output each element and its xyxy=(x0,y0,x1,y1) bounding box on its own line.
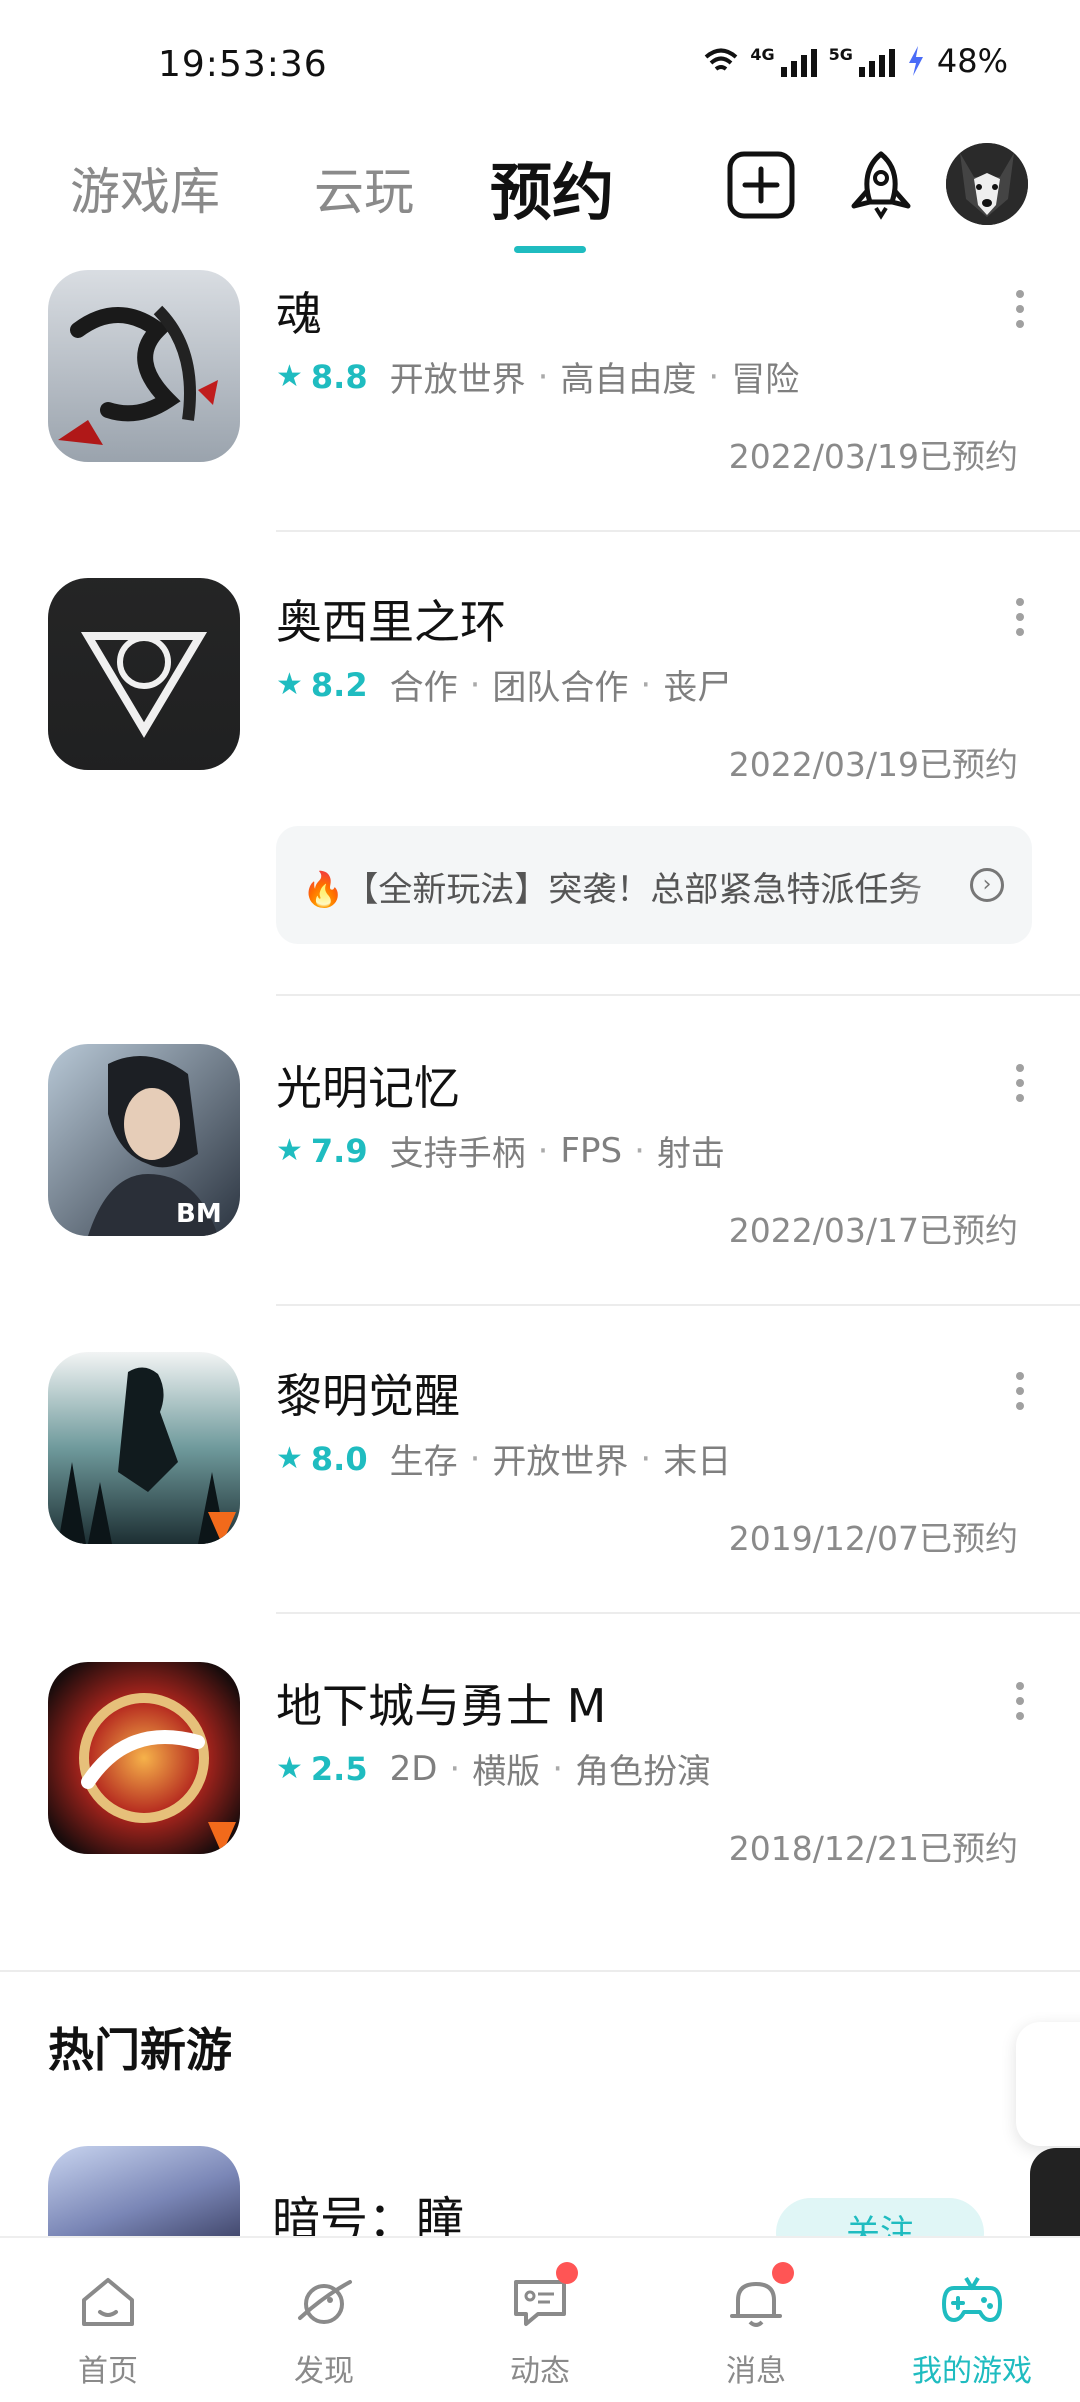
game-tag: 丧尸 xyxy=(663,668,732,708)
list-item[interactable]: 黎明觉醒 ★ 8.0 生存 · 开放世界 · 末日 2019/12/07已预约 xyxy=(0,1352,1080,1652)
top-tabs: 游戏库 云玩 预约 xyxy=(0,130,1080,260)
notification-dot xyxy=(772,2262,794,2284)
signal-5g-icon: 5G xyxy=(829,45,895,77)
game-tag: FPS xyxy=(560,1130,623,1171)
game-icon-bright-memory[interactable]: BM xyxy=(48,1044,240,1236)
planet-icon xyxy=(298,2280,352,2324)
add-icon[interactable] xyxy=(726,150,796,220)
game-tag: 射击 xyxy=(656,1134,725,1174)
divider xyxy=(276,530,1080,532)
user-avatar[interactable] xyxy=(946,143,1028,225)
game-meta: ★ 7.9 支持手柄 · FPS · 射击 xyxy=(276,1126,725,1175)
reservation-date: 2022/03/17已预约 xyxy=(728,1211,1018,1250)
game-rating: 2.5 xyxy=(310,1749,368,1788)
game-tag: 团队合作 xyxy=(492,668,629,708)
game-tag: 合作 xyxy=(389,668,458,708)
battery-level: 48% xyxy=(936,42,1008,80)
more-options-icon[interactable] xyxy=(1016,1682,1026,1720)
game-name[interactable]: 光明记忆 xyxy=(276,1052,460,1118)
game-tag: 冒险 xyxy=(731,360,800,400)
clock: 19:53:36 xyxy=(158,44,328,85)
reservation-date: 2022/03/19已预约 xyxy=(728,745,1018,784)
game-icon-dawn-awakening[interactable] xyxy=(48,1352,240,1544)
nav-my-games[interactable]: 我的游戏 xyxy=(864,2238,1080,2402)
game-tag: 生存 xyxy=(389,1442,458,1482)
game-tag: 角色扮演 xyxy=(575,1752,712,1792)
game-tag: 横版 xyxy=(472,1752,541,1792)
list-item[interactable]: BM 光明记忆 ★ 7.9 支持手柄 · FPS · 射击 2022/03/17已预… xyxy=(0,1044,1080,1344)
game-rating: 8.8 xyxy=(310,357,368,396)
nav-discover[interactable]: 发现 xyxy=(216,2238,432,2402)
section-divider xyxy=(0,1970,1080,1972)
floating-download-button[interactable] xyxy=(1016,2022,1080,2146)
husky-avatar-image xyxy=(946,143,1028,225)
more-options-icon[interactable] xyxy=(1016,1064,1026,1102)
star-icon: ★ xyxy=(276,1751,303,1786)
svg-text:BM: BM xyxy=(176,1199,222,1229)
status-icons: 4G 5G 48% xyxy=(704,42,1008,80)
gamepad-icon xyxy=(942,2276,1002,2322)
game-tag: 2D xyxy=(389,1748,438,1789)
nav-activity[interactable]: 动态 xyxy=(432,2238,648,2402)
list-item[interactable]: 魂 ★ 8.8 开放世界 · 高自由度 · 冒险 2022/03/19已预约 xyxy=(0,270,1080,570)
chevron-right-icon: › xyxy=(970,868,1004,902)
bottom-navigation: 首页 发现 动态 消息 我的游戏 xyxy=(0,2236,1080,2402)
section-title-hot-games: 热门新游 xyxy=(48,2023,232,2077)
tab-reservations[interactable]: 预约 xyxy=(490,142,614,232)
rocket-icon[interactable] xyxy=(846,150,916,220)
tab-game-library[interactable]: 游戏库 xyxy=(70,152,220,224)
reservation-date: 2018/12/21已预约 xyxy=(728,1829,1018,1868)
game-rating: 8.0 xyxy=(310,1439,368,1478)
divider xyxy=(276,1612,1080,1614)
game-tag: 开放世界 xyxy=(389,360,526,400)
nav-home[interactable]: 首页 xyxy=(0,2238,216,2402)
wifi-icon xyxy=(705,48,738,71)
event-banner-text: 🔥【全新玩法】突袭！总部紧急特派任务 xyxy=(302,870,923,910)
star-icon: ★ xyxy=(276,1441,303,1476)
star-icon: ★ xyxy=(276,1133,303,1168)
divider xyxy=(276,1304,1080,1306)
game-tag: 支持手柄 xyxy=(389,1134,526,1174)
more-options-icon[interactable] xyxy=(1016,598,1026,636)
divider xyxy=(276,994,1080,996)
reservation-date: 2019/12/07已预约 xyxy=(728,1519,1018,1558)
game-name[interactable]: 奥西里之环 xyxy=(276,586,506,652)
notification-dot xyxy=(556,2262,578,2284)
game-tag: 末日 xyxy=(663,1442,732,1482)
game-rating: 7.9 xyxy=(310,1131,368,1170)
nav-messages[interactable]: 消息 xyxy=(648,2238,864,2402)
star-icon: ★ xyxy=(276,667,303,702)
game-meta: ★ 8.8 开放世界 · 高自由度 · 冒险 xyxy=(276,352,799,401)
tab-cloud-play[interactable]: 云玩 xyxy=(314,152,414,224)
game-name[interactable]: 魂 xyxy=(276,278,322,344)
home-icon xyxy=(82,2278,134,2326)
star-icon: ★ xyxy=(276,359,303,394)
game-meta: ★ 8.2 合作 · 团队合作 · 丧尸 xyxy=(276,660,731,709)
game-name[interactable]: 黎明觉醒 xyxy=(276,1360,460,1426)
game-icon-osiris-ring[interactable] xyxy=(48,578,240,770)
charging-icon xyxy=(908,46,923,76)
game-tag: 高自由度 xyxy=(560,360,697,400)
game-meta: ★ 2.5 2D · 横版 · 角色扮演 xyxy=(276,1744,711,1793)
more-options-icon[interactable] xyxy=(1016,290,1026,328)
more-options-icon[interactable] xyxy=(1016,1372,1026,1410)
list-item[interactable]: 地下城与勇士 M ★ 2.5 2D · 横版 · 角色扮演 2018/12/21已预… xyxy=(0,1662,1080,1962)
active-tab-indicator xyxy=(514,246,586,253)
game-tag: 开放世界 xyxy=(492,1442,629,1482)
game-meta: ★ 8.0 生存 · 开放世界 · 末日 xyxy=(276,1434,731,1483)
game-rating: 8.2 xyxy=(310,665,368,704)
game-icon-soul[interactable] xyxy=(48,270,240,462)
signal-4g-icon: 4G xyxy=(750,45,817,77)
game-name[interactable]: 地下城与勇士 M xyxy=(276,1670,606,1736)
status-bar: 19:53:36 4G 5G 48% xyxy=(0,0,1080,130)
reservation-date: 2022/03/19已预约 xyxy=(728,437,1018,476)
event-banner[interactable]: 🔥【全新玩法】突袭！总部紧急特派任务 › xyxy=(276,826,1032,944)
game-icon-dnf-mobile[interactable] xyxy=(48,1662,240,1854)
